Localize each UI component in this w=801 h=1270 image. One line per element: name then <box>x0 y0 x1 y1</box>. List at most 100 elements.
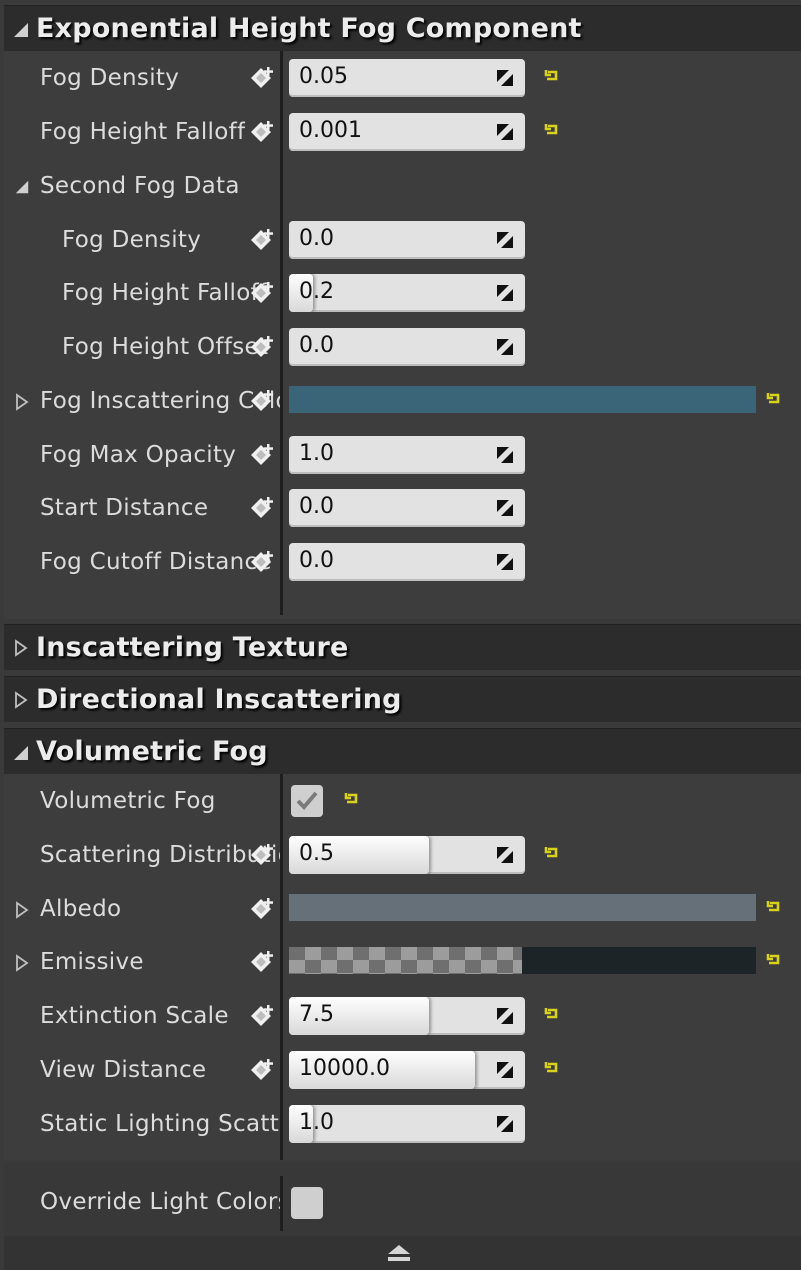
drag-arrows-icon[interactable] <box>495 230 515 250</box>
reset-to-default-icon[interactable] <box>764 389 784 409</box>
property-row-start-distance: Start Distance 0.0 <box>4 483 801 537</box>
reset-to-default-icon[interactable] <box>542 120 562 140</box>
reset-to-default-icon[interactable] <box>764 950 784 970</box>
reset-to-default-icon[interactable] <box>764 897 784 917</box>
fog-inscattering-color-swatch[interactable] <box>289 386 756 413</box>
fog-density-input[interactable]: 0.05 <box>289 59 525 97</box>
add-keyframe-icon[interactable] <box>248 334 276 362</box>
triangle-down-icon[interactable] <box>12 744 30 762</box>
add-keyframe-icon[interactable] <box>248 949 276 977</box>
view-distance-input[interactable]: 10000.0 <box>289 1051 525 1089</box>
value-text: 0.05 <box>299 64 348 89</box>
property-label: Static Lighting Scattering Intensity <box>40 1111 280 1137</box>
triangle-down-icon[interactable] <box>14 178 30 196</box>
add-keyframe-icon[interactable] <box>248 495 276 523</box>
drag-arrows-icon[interactable] <box>495 1060 515 1080</box>
property-label: Fog Height Falloff <box>40 119 246 145</box>
reset-to-default-icon[interactable] <box>542 1058 562 1078</box>
add-keyframe-icon[interactable] <box>248 388 276 416</box>
override-light-colors-checkbox[interactable] <box>291 1187 323 1219</box>
collapse-up-icon[interactable] <box>386 1243 412 1263</box>
reset-to-default-icon[interactable] <box>342 789 362 809</box>
property-row-scattering-distribution: Scattering Distribution 0.5 <box>4 830 801 884</box>
drag-arrows-icon[interactable] <box>495 845 515 865</box>
property-label: Albedo <box>40 896 122 922</box>
property-row-static-lighting-scattering: Static Lighting Scattering Intensity 1.0 <box>4 1099 801 1153</box>
value-text: 7.5 <box>299 1002 334 1027</box>
reset-to-default-icon[interactable] <box>542 66 562 86</box>
property-label: Volumetric Fog <box>40 788 216 814</box>
add-keyframe-icon[interactable] <box>248 896 276 924</box>
drag-arrows-icon[interactable] <box>495 552 515 572</box>
property-label: Extinction Scale <box>40 1003 229 1029</box>
static-lighting-scattering-input[interactable]: 1.0 <box>289 1105 525 1143</box>
triangle-right-icon[interactable] <box>14 393 30 411</box>
emissive-color-swatch[interactable] <box>289 947 756 974</box>
value-text: 1.0 <box>299 1110 334 1135</box>
section-title: Directional Inscattering <box>36 684 402 715</box>
reset-to-default-icon[interactable] <box>542 1004 562 1024</box>
second-fog-height-falloff-input[interactable]: 0.2 <box>289 274 525 312</box>
property-label: Fog Max Opacity <box>40 442 237 468</box>
property-row-fog-inscattering-color: Fog Inscattering Color <box>4 376 801 430</box>
fog-max-opacity-input[interactable]: 1.0 <box>289 436 525 474</box>
fog-cutoff-distance-input[interactable]: 0.0 <box>289 543 525 581</box>
drag-arrows-icon[interactable] <box>495 68 515 88</box>
property-row-second-fog-height-falloff: Fog Height Falloff 0.2 <box>4 268 801 322</box>
add-keyframe-icon[interactable] <box>248 65 276 93</box>
add-keyframe-icon[interactable] <box>248 549 276 577</box>
section-header-fog[interactable]: Exponential Height Fog Component <box>4 5 801 51</box>
second-fog-height-offset-input[interactable]: 0.0 <box>289 328 525 366</box>
property-row-fog-density: Fog Density 0.05 <box>4 53 801 107</box>
add-keyframe-icon[interactable] <box>248 1003 276 1031</box>
scattering-distribution-input[interactable]: 0.5 <box>289 836 525 874</box>
property-label: Fog Height Offset <box>62 334 269 360</box>
section-header-volumetric-fog[interactable]: Volumetric Fog <box>4 728 801 774</box>
section-header-inscattering-texture[interactable]: Inscattering Texture <box>4 624 801 670</box>
add-keyframe-icon[interactable] <box>248 842 276 870</box>
group-label: Second Fog Data <box>40 173 240 199</box>
drag-arrows-icon[interactable] <box>495 283 515 303</box>
property-label: Fog Density <box>62 227 202 253</box>
value-text: 10000.0 <box>299 1056 390 1081</box>
drag-arrows-icon[interactable] <box>495 1114 515 1134</box>
second-fog-density-input[interactable]: 0.0 <box>289 221 525 259</box>
triangle-right-icon[interactable] <box>12 691 30 709</box>
drag-arrows-icon[interactable] <box>495 498 515 518</box>
property-label: Fog Height Falloff <box>62 280 268 306</box>
property-label: Fog Density <box>40 65 180 91</box>
volumetric-fog-checkbox[interactable] <box>291 785 323 817</box>
drag-arrows-icon[interactable] <box>495 337 515 357</box>
property-label: Override Light Colors with Fog Inscatter… <box>40 1189 280 1215</box>
value-text: 0.0 <box>299 548 334 573</box>
add-keyframe-icon[interactable] <box>248 1057 276 1085</box>
section-header-directional-inscattering[interactable]: Directional Inscattering <box>4 676 801 722</box>
drag-arrows-icon[interactable] <box>495 1006 515 1026</box>
property-row-fog-max-opacity: Fog Max Opacity 1.0 <box>4 430 801 484</box>
section-title: Volumetric Fog <box>36 736 268 767</box>
triangle-down-icon[interactable] <box>12 21 30 39</box>
drag-arrows-icon[interactable] <box>495 122 515 142</box>
albedo-color-swatch[interactable] <box>289 894 756 921</box>
advanced-toggle-bar[interactable] <box>4 1236 801 1270</box>
property-label: View Distance <box>40 1057 207 1083</box>
property-label: Start Distance <box>40 495 209 521</box>
triangle-right-icon[interactable] <box>12 639 30 657</box>
section-title: Inscattering Texture <box>36 632 349 663</box>
add-keyframe-icon[interactable] <box>248 227 276 255</box>
add-keyframe-icon[interactable] <box>248 280 276 308</box>
property-row-fog-height-falloff: Fog Height Falloff 0.001 <box>4 107 801 161</box>
start-distance-input[interactable]: 0.0 <box>289 489 525 527</box>
triangle-right-icon[interactable] <box>14 954 30 972</box>
drag-arrows-icon[interactable] <box>495 445 515 465</box>
triangle-right-icon[interactable] <box>14 901 30 919</box>
add-keyframe-icon[interactable] <box>248 442 276 470</box>
extinction-scale-input[interactable]: 7.5 <box>289 997 525 1035</box>
reset-to-default-icon[interactable] <box>542 843 562 863</box>
property-row-second-fog-data[interactable]: Second Fog Data <box>4 161 801 215</box>
property-label: Emissive <box>40 949 144 975</box>
fog-height-falloff-input[interactable]: 0.001 <box>289 113 525 151</box>
value-text: 1.0 <box>299 441 334 466</box>
add-keyframe-icon[interactable] <box>248 119 276 147</box>
property-row-override-light-colors: Override Light Colors with Fog Inscatter… <box>4 1177 801 1231</box>
